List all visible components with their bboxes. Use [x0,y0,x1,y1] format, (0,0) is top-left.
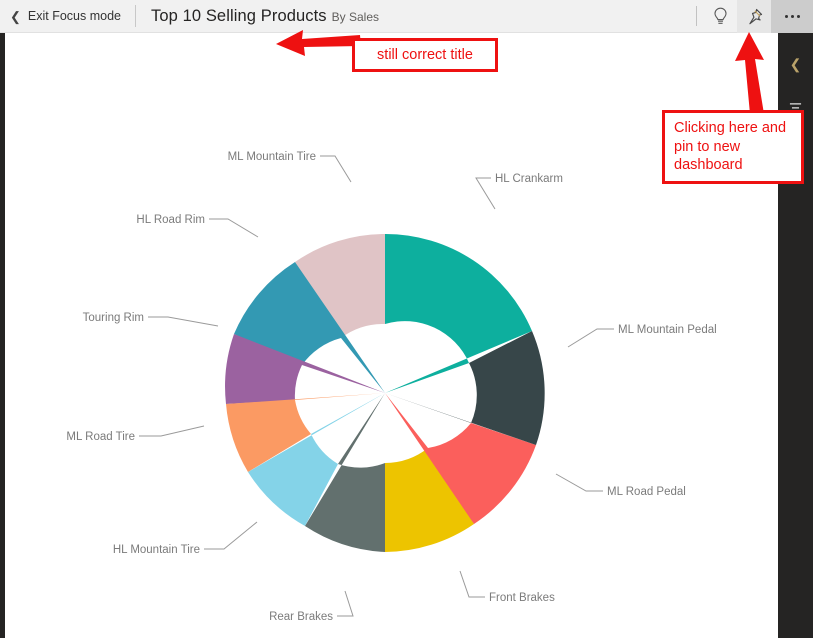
toolbar-actions [696,0,813,33]
annotation-arrow-title [276,30,361,56]
ellipsis-icon [784,14,800,18]
slice-label-ml-mountain-pedal: ML Mountain Pedal [618,324,717,336]
slice-label-rear-brakes: Rear Brakes [269,611,333,623]
focus-mode-toolbar: ❮ Exit Focus mode Top 10 Selling Product… [0,0,813,33]
more-options-button[interactable] [771,0,813,33]
slice-label-hl-mountain-tire: HL Mountain Tire [113,544,200,556]
donut-chart[interactable]: ML Mountain Tire HL Road Rim Touring Rim… [8,34,775,638]
leader-line-ml-mountain-tire [320,155,352,183]
slice-label-touring-rim: Touring Rim [83,312,144,324]
visual-title-group: Top 10 Selling Products By Sales [138,7,379,26]
leader-line-hl-crankarm [475,177,496,210]
power-bi-focus-mode-view: ❮ Exit Focus mode Top 10 Selling Product… [0,0,813,638]
leader-line-ml-road-tire [139,425,205,437]
pin-icon [748,8,762,24]
slice-label-ml-road-tire: ML Road Tire [66,431,135,443]
leader-line-ml-road-pedal [555,473,603,492]
slice-label-ml-mountain-tire: ML Mountain Tire [228,151,316,163]
leader-line-hl-mountain-tire [204,521,258,550]
chevron-left-icon: ❮ [10,8,21,24]
annotation-pin-note-text: Clicking here and pin to new dashboard [674,120,787,174]
toolbar-actions-divider [696,6,697,26]
visual-canvas: ML Mountain Tire HL Road Rim Touring Rim… [8,34,775,638]
annotation-pin-note: Clicking here and pin to new dashboard [662,110,804,184]
annotation-title-note-text: still correct title [377,47,473,63]
exit-focus-mode-button[interactable]: ❮ Exit Focus mode [0,0,133,33]
leader-line-hl-road-rim [209,218,259,238]
annotation-title-note: still correct title [352,38,498,72]
annotation-arrow-pin [735,32,764,114]
exit-focus-mode-label: Exit Focus mode [27,9,121,23]
page-subtitle: By Sales [331,9,380,24]
chevron-left-icon: ❮ [789,55,802,72]
leader-line-rear-brakes [337,590,354,617]
slice-label-hl-road-rim: HL Road Rim [136,214,205,226]
slice-label-ml-road-pedal: ML Road Pedal [607,486,686,498]
pin-visual-button[interactable] [737,0,771,33]
toolbar-divider [135,5,136,27]
slice-label-hl-crankarm: HL Crankarm [495,173,563,185]
lightbulb-icon [713,7,727,24]
leader-line-front-brakes [459,570,485,598]
insights-button[interactable] [703,0,737,33]
page-title: Top 10 Selling Products [151,6,327,25]
collapse-panel-button[interactable]: ❮ [778,51,813,77]
leader-line-touring-rim [148,316,219,327]
slice-label-front-brakes: Front Brakes [489,592,555,604]
leader-line-ml-mountain-pedal [567,328,614,348]
